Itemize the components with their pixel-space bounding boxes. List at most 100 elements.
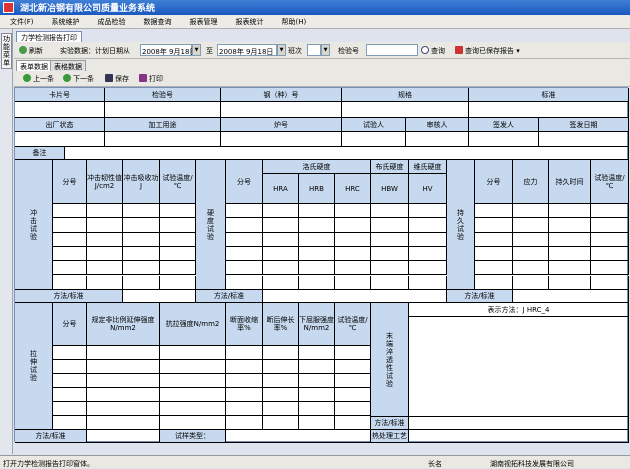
data-cell[interactable] — [226, 246, 263, 262]
data-cell[interactable] — [53, 218, 87, 233]
data-cell[interactable] — [53, 402, 87, 416]
data-cell[interactable] — [299, 402, 335, 416]
data-cell[interactable] — [371, 218, 409, 233]
save-button[interactable]: 保存 — [105, 74, 129, 84]
data-cell[interactable] — [53, 416, 87, 430]
data-cell[interactable] — [226, 402, 263, 416]
data-cell[interactable] — [87, 232, 123, 247]
print-button[interactable]: 打印 — [139, 74, 163, 84]
data-cell[interactable] — [335, 261, 371, 276]
tab-mechanical-report[interactable]: 力学检测报告打印 — [16, 31, 82, 42]
data-cell[interactable] — [160, 246, 196, 262]
data-cell[interactable] — [123, 246, 160, 262]
data-cell[interactable] — [226, 232, 263, 247]
data-cell[interactable] — [53, 388, 87, 402]
data-cell[interactable] — [549, 246, 591, 262]
field-standard[interactable] — [469, 102, 629, 118]
data-cell[interactable] — [335, 416, 371, 430]
field-spec[interactable] — [342, 102, 469, 118]
data-cell[interactable] — [123, 218, 160, 233]
data-cell[interactable] — [475, 246, 513, 262]
data-cell[interactable] — [299, 416, 335, 430]
data-cell[interactable] — [299, 246, 335, 262]
data-cell[interactable] — [123, 232, 160, 247]
test-no-input[interactable] — [366, 44, 418, 56]
menu-data-query[interactable]: 数据查询 — [134, 15, 180, 27]
data-cell[interactable] — [513, 232, 549, 247]
quench-area[interactable] — [409, 317, 629, 417]
data-cell[interactable] — [513, 204, 549, 219]
data-cell[interactable] — [123, 275, 160, 290]
test-type-field[interactable] — [226, 430, 371, 443]
query-button[interactable]: 查询 — [421, 46, 445, 56]
data-cell[interactable] — [513, 218, 549, 233]
shift-select[interactable] — [307, 44, 321, 56]
field-test-no[interactable] — [105, 102, 221, 118]
data-cell[interactable] — [409, 275, 447, 290]
data-cell[interactable] — [549, 261, 591, 276]
data-cell[interactable] — [123, 261, 160, 276]
data-cell[interactable] — [53, 246, 87, 262]
data-cell[interactable] — [335, 374, 371, 388]
data-cell[interactable] — [335, 246, 371, 262]
data-cell[interactable] — [87, 218, 123, 233]
date-to-picker[interactable]: 2008年 9月18日 — [217, 44, 277, 56]
data-cell[interactable] — [299, 388, 335, 402]
data-cell[interactable] — [160, 374, 226, 388]
data-cell[interactable] — [226, 360, 263, 374]
data-cell[interactable] — [299, 360, 335, 374]
data-cell[interactable] — [299, 261, 335, 276]
data-cell[interactable] — [263, 388, 299, 402]
data-cell[interactable] — [591, 261, 629, 276]
data-cell[interactable] — [87, 388, 160, 402]
field-tester[interactable] — [342, 132, 406, 147]
quench-process-field[interactable] — [409, 430, 629, 443]
field-card-no[interactable] — [15, 102, 105, 118]
data-cell[interactable] — [226, 204, 263, 219]
data-cell[interactable] — [371, 261, 409, 276]
field-process-use[interactable] — [105, 132, 221, 147]
prev-button[interactable]: 上一条 — [23, 74, 54, 84]
data-cell[interactable] — [409, 246, 447, 262]
data-cell[interactable] — [549, 232, 591, 247]
data-cell[interactable] — [299, 218, 335, 233]
data-cell[interactable] — [53, 360, 87, 374]
data-cell[interactable] — [263, 374, 299, 388]
data-cell[interactable] — [335, 232, 371, 247]
data-cell[interactable] — [53, 232, 87, 247]
data-cell[interactable] — [226, 218, 263, 233]
data-cell[interactable] — [160, 275, 196, 290]
data-cell[interactable] — [591, 218, 629, 233]
field-steel-grade[interactable] — [221, 102, 342, 118]
data-cell[interactable] — [160, 204, 196, 219]
field-delivery-state[interactable] — [15, 132, 105, 147]
menu-report-stats[interactable]: 报表统计 — [226, 15, 272, 27]
quench-method-field[interactable] — [409, 417, 629, 430]
data-cell[interactable] — [475, 261, 513, 276]
data-cell[interactable] — [299, 374, 335, 388]
data-cell[interactable] — [53, 204, 87, 219]
data-cell[interactable] — [87, 204, 123, 219]
data-cell[interactable] — [160, 261, 196, 276]
data-cell[interactable] — [409, 261, 447, 276]
data-cell[interactable] — [160, 360, 226, 374]
data-cell[interactable] — [87, 246, 123, 262]
data-cell[interactable] — [226, 374, 263, 388]
data-cell[interactable] — [263, 218, 299, 233]
data-cell[interactable] — [335, 275, 371, 290]
data-cell[interactable] — [226, 346, 263, 360]
data-cell[interactable] — [513, 275, 549, 290]
data-cell[interactable] — [263, 402, 299, 416]
data-cell[interactable] — [409, 218, 447, 233]
chevron-down-icon[interactable]: ▼ — [277, 44, 286, 56]
data-cell[interactable] — [53, 346, 87, 360]
data-cell[interactable] — [591, 204, 629, 219]
field-issuer[interactable] — [469, 132, 539, 147]
data-cell[interactable] — [475, 218, 513, 233]
data-cell[interactable] — [53, 261, 87, 276]
chevron-down-icon[interactable]: ▼ — [192, 44, 201, 56]
data-cell[interactable] — [409, 232, 447, 247]
field-reviewer[interactable] — [406, 132, 469, 147]
data-cell[interactable] — [263, 275, 299, 290]
data-cell[interactable] — [53, 275, 87, 290]
